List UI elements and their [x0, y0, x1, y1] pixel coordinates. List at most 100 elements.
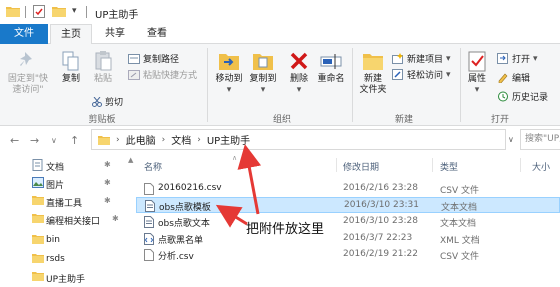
move-to-button[interactable]: 移动到 ▾ [212, 50, 246, 96]
new-folder-icon [363, 54, 383, 70]
pin-icon[interactable]: ✱ [104, 178, 111, 187]
ribbon-tabs: 文件 主页 共享 查看 [0, 24, 560, 45]
cut-label: 剪切 [105, 98, 124, 108]
paste-shortcut-button[interactable]: 粘贴快捷方式 [128, 68, 197, 81]
properties-button[interactable]: 属性 ▾ [463, 50, 491, 96]
pin-label-line2: 速访问" [12, 85, 44, 95]
paste-icon [95, 51, 112, 71]
delete-button[interactable]: 删除 ▾ [286, 50, 312, 96]
navigation-pane: 文档 ✱ 图片 ✱ 直播工具 ✱ 编程相关接口 ✱ bin rsds UP主助手 [0, 154, 126, 287]
text-file-icon [145, 200, 155, 212]
folder-icon [32, 254, 44, 263]
nav-item-programming[interactable]: 编程相关接口 ✱ [0, 210, 126, 228]
new-item-icon [392, 53, 403, 64]
history-button[interactable]: 历史记录 [497, 90, 548, 103]
breadcrumb-separator-icon[interactable]: › [197, 135, 201, 145]
scroll-up-arrow-icon[interactable]: ▲ [128, 156, 133, 164]
tab-share[interactable]: 共享 [95, 24, 135, 44]
copy-path-icon [128, 53, 140, 64]
tab-view[interactable]: 查看 [137, 24, 177, 44]
rename-button[interactable]: 重命名 [314, 50, 348, 85]
nav-item-documents[interactable]: 文档 ✱ [0, 156, 126, 174]
column-header-name[interactable]: 名称 [144, 160, 162, 173]
pin-icon[interactable]: ✱ [104, 160, 111, 169]
rename-label: 重命名 [317, 74, 345, 84]
nav-item-bin[interactable]: bin [0, 231, 126, 249]
pin-icon[interactable]: ✱ [104, 196, 111, 205]
paste-button[interactable]: 粘贴 [88, 50, 118, 85]
move-to-label: 移动到 [215, 74, 243, 84]
folder-icon [32, 214, 44, 223]
forward-arrow-icon[interactable]: → [30, 134, 39, 147]
open-button[interactable]: 打开 ▾ [497, 52, 538, 65]
column-header-type[interactable]: 类型 [440, 160, 458, 173]
column-header-size[interactable]: 大小 [532, 160, 550, 173]
new-folder-icon[interactable] [52, 5, 66, 17]
table-row-selected[interactable]: obs点歌模板 2016/3/10 23:31 文本文档 [136, 197, 560, 213]
file-name: obs点歌模板 [159, 203, 211, 213]
quick-access-dropdown-icon[interactable]: ▾ [72, 6, 77, 16]
file-name: 分析.csv [158, 252, 194, 262]
edit-label: 编辑 [512, 74, 531, 84]
nav-item-up-helper[interactable]: UP主助手 [0, 268, 126, 286]
address-row: ← → ∨ ↑ › 此电脑 › 文档 › UP主助手 ∨ 搜索"UP主 [0, 126, 560, 154]
recent-locations-dropdown-icon[interactable]: ∨ [51, 136, 57, 145]
open-group-label: 打开 [490, 115, 509, 125]
column-header-date[interactable]: 修改日期 [343, 160, 379, 173]
nav-item-label: 图片 [46, 181, 65, 191]
properties-icon [468, 51, 486, 72]
nav-item-live-tools[interactable]: 直播工具 ✱ [0, 192, 126, 210]
file-name: 20160216.csv [158, 183, 222, 193]
new-folder-label-line1: 新建 [363, 74, 382, 84]
breadcrumb-this-pc[interactable]: 此电脑 [126, 132, 156, 147]
copy-path-button[interactable]: 复制路径 [128, 52, 179, 65]
file-type: 文本文档 [441, 203, 478, 213]
nav-item-pictures[interactable]: 图片 ✱ [0, 174, 126, 192]
breadcrumb-up-helper[interactable]: UP主助手 [207, 132, 250, 147]
table-row[interactable]: 点歌黑名单 2016/3/7 22:23 XML 文档 [136, 231, 560, 247]
new-folder-button[interactable]: 新建 文件夹 [356, 50, 390, 96]
file-list: ∧ 名称 修改日期 类型 大小 20160216.csv 2016/2/16 2… [136, 154, 560, 287]
sort-indicator-icon: ∧ [232, 154, 238, 162]
pin-icon[interactable]: ✱ [112, 214, 119, 223]
csv-file-icon [144, 249, 154, 261]
paste-shortcut-label: 粘贴快捷方式 [143, 71, 198, 81]
nav-item-label: bin [46, 235, 60, 245]
pin-icon [20, 52, 32, 66]
annotation-text: 把附件放这里 [246, 222, 325, 237]
address-dropdown-icon[interactable]: ∨ [508, 135, 514, 144]
address-bar[interactable]: › 此电脑 › 文档 › UP主助手 [91, 129, 506, 150]
file-date: 2016/2/16 23:28 [343, 183, 418, 193]
copy-to-button[interactable]: 复制到 ▾ [246, 50, 280, 96]
search-input[interactable]: 搜索"UP主 [520, 129, 560, 150]
folder-icon[interactable] [6, 5, 20, 17]
file-date: 2016/3/10 23:31 [344, 200, 419, 210]
file-type: CSV 文件 [440, 252, 480, 262]
nav-item-rsds[interactable]: rsds [0, 250, 126, 268]
rename-icon [320, 54, 342, 69]
copy-button[interactable]: 复制 [56, 50, 86, 85]
table-row[interactable]: 分析.csv 2016/2/19 21:22 CSV 文件 [136, 247, 560, 263]
easy-access-button[interactable]: 轻松访问 ▾ [392, 68, 451, 81]
up-arrow-icon[interactable]: ↑ [70, 134, 79, 147]
file-type: CSV 文件 [440, 186, 480, 196]
tab-file[interactable]: 文件 [0, 24, 48, 44]
breadcrumb-separator-icon[interactable]: › [116, 135, 120, 145]
new-item-button[interactable]: 新建项目 ▾ [392, 52, 451, 65]
nav-item-label: 直播工具 [46, 199, 83, 209]
table-row[interactable]: obs点歌文本 2016/3/10 23:28 文本文档 [136, 214, 560, 230]
edit-button[interactable]: 编辑 [497, 71, 530, 84]
tab-home[interactable]: 主页 [50, 24, 92, 45]
back-arrow-icon[interactable]: ← [10, 134, 19, 147]
table-row[interactable]: 20160216.csv 2016/2/16 23:28 CSV 文件 [136, 181, 560, 197]
window-title: UP主助手 [95, 10, 139, 21]
pin-quick-access-button[interactable]: 固定到"快 速访问" [4, 50, 52, 96]
file-name: obs点歌文本 [158, 219, 210, 229]
file-name: 点歌黑名单 [158, 236, 204, 246]
properties-icon[interactable] [33, 5, 45, 18]
paste-shortcut-icon [128, 69, 140, 80]
breadcrumb-documents[interactable]: 文档 [171, 132, 191, 147]
cut-button[interactable]: 剪切 [92, 95, 123, 108]
breadcrumb-separator-icon[interactable]: › [162, 135, 166, 145]
file-type: 文本文档 [440, 219, 477, 229]
